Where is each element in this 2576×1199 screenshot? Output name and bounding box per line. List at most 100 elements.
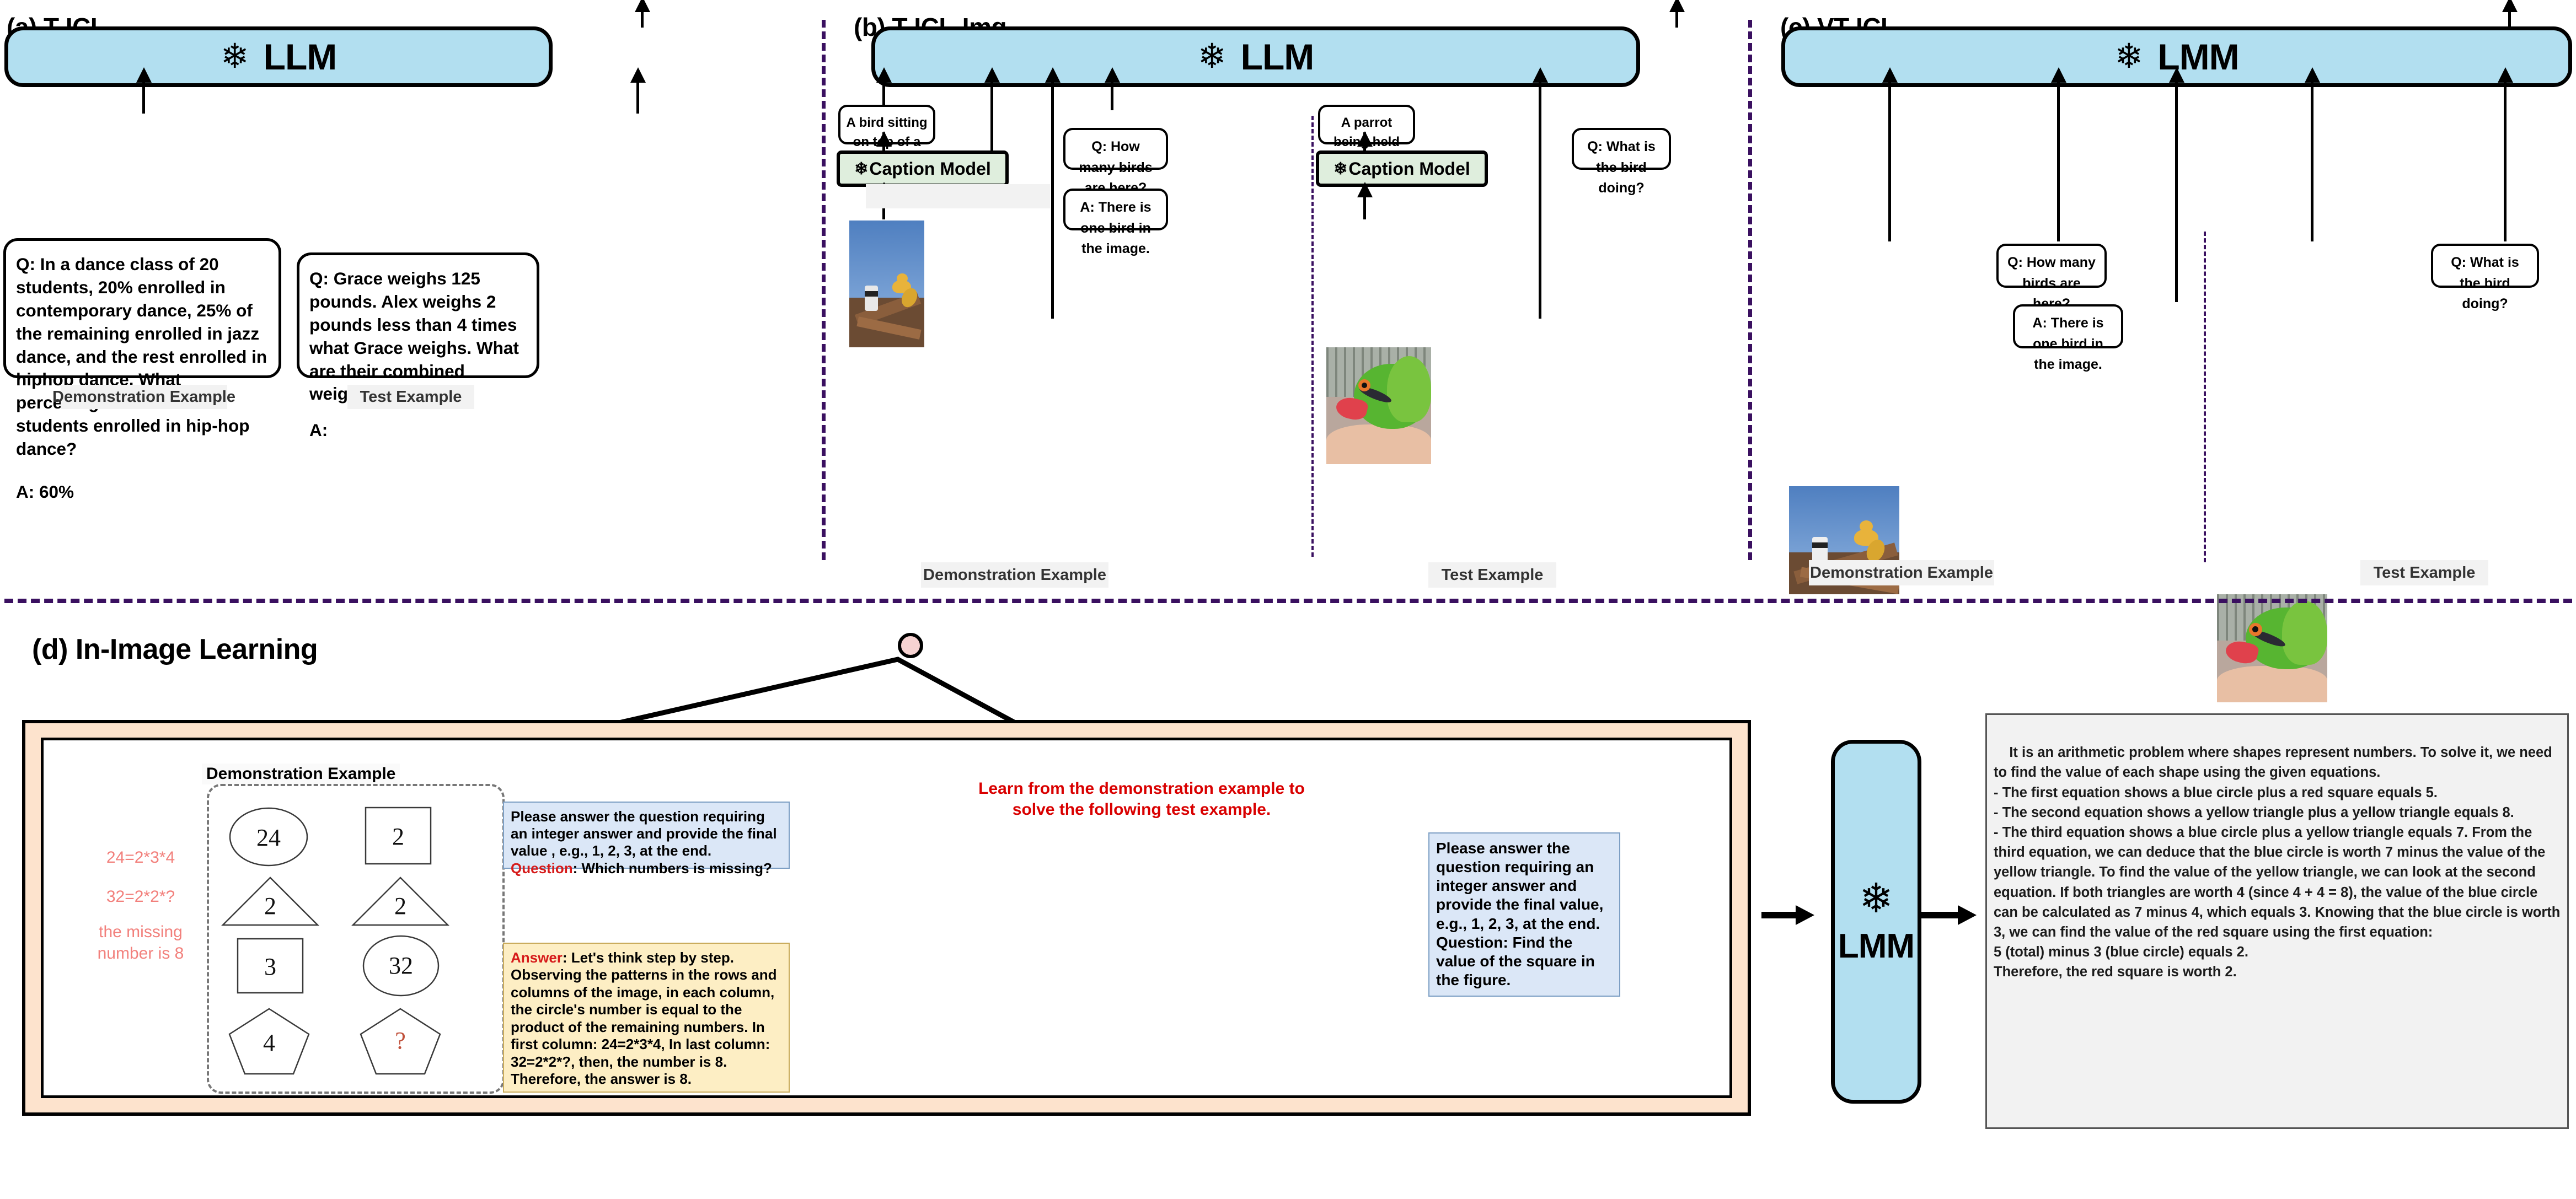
panel-a-test-tag-label: Test Example [360, 388, 462, 406]
separator-b-c [1748, 20, 1752, 560]
panel-a-test-tag: Test Example [347, 385, 474, 409]
panel-c-arrow2-line [2057, 82, 2060, 241]
panel-d-demo-label: Demonstration Example [202, 764, 400, 784]
panel-b-test-image [1326, 347, 1431, 464]
panel-c-demo-tag: Demonstration Example [1809, 560, 1994, 585]
panel-b-capmodel1-arrow-head [876, 131, 892, 147]
snowflake-icon: ❄ [220, 37, 249, 76]
panel-c-output-arrow-head [2502, 0, 2518, 12]
panel-d-answer-label: Answer [511, 949, 563, 966]
panel-b-arrow4-line [1111, 82, 1113, 110]
panel-b-demo-tag-label: Demonstration Example [923, 566, 1106, 584]
snowflake-icon: ❄ [2114, 37, 2144, 76]
panel-a-test-arrow-line [636, 82, 639, 114]
snowflake-icon: ❄ [1333, 159, 1348, 178]
red-note-1: 24=2*3*4 [106, 848, 175, 867]
panel-b-caption-model-2: ❄ Caption Model [1316, 150, 1488, 187]
panel-b-output-arrow-head [1669, 0, 1685, 12]
panel-a-output-arrow-line [641, 10, 644, 28]
panel-d-output-arrow-line [1920, 912, 1960, 918]
panel-c-demo-answer-box: A: There is one bird in the image. [2013, 304, 2123, 372]
red-note-2: 32=2*2*? [106, 887, 175, 906]
panel-b-llm-label: LLM [1240, 36, 1315, 77]
shape-circle-24-value: 24 [256, 824, 281, 851]
panel-d-output-arrow-head [1958, 905, 1977, 925]
panel-c-arrow1-line [1888, 82, 1891, 241]
panel-d-instruction: Learn from the demonstration example to … [978, 779, 1305, 819]
shape-pentagon-4-value: 4 [263, 1029, 275, 1056]
panel-d-lmm-label: LMM [1838, 927, 1915, 965]
panel-b-demo-image [849, 221, 924, 347]
panel-b-demo-question-box: Q: How many birds are here? [1063, 128, 1168, 196]
panel-d-red-notes: 24=2*3*4 32=2*2*? the missing number is … [77, 843, 204, 964]
panel-d-demo-prompt-body: Please answer the question requiring an … [511, 808, 777, 859]
panel-b-caption-model-2-label: Caption Model [1348, 158, 1470, 179]
shape-square-3-value: 3 [264, 953, 276, 980]
panel-a-llm-label: LLM [263, 36, 338, 77]
panel-a-demo-arrow-line [142, 82, 145, 114]
panel-a-test-answer: A: [309, 420, 328, 440]
snowflake-icon: ❄ [1197, 37, 1227, 76]
panel-d-demo-question-label: Question [511, 859, 573, 877]
panel-c-demo-question-text: Q: How many birds are here? [2007, 255, 2096, 311]
shape-circle-32-value: 32 [389, 952, 413, 979]
panel-a-demo-box: Q: In a dance class of 20 students, 20% … [3, 238, 281, 502]
panel-a-llm-block: ❄ LLM [4, 26, 553, 87]
panel-b-test-tag-label: Test Example [1441, 566, 1544, 584]
panel-b-inner-separator [1311, 116, 1314, 557]
panel-d-answer-text: : Let's think step by step. Observing th… [511, 949, 777, 1088]
panel-a-output-arrow-head [635, 0, 650, 12]
panel-a-demo-tag: Demonstration Example [52, 385, 235, 409]
panel-c-test-tag: Test Example [2360, 560, 2488, 585]
panel-b-arrow3-line [1051, 82, 1054, 319]
panel-a-test-box: Q: Grace weighs 125 pounds. Alex weighs … [297, 252, 539, 440]
panel-c-arrow4-line [2311, 82, 2313, 241]
panel-d-output-box: It is an arithmetic problem where shapes… [1985, 713, 2569, 1129]
panel-b-arrow4-head [1105, 67, 1120, 83]
panel-c-inner-separator [2204, 232, 2206, 562]
panel-b-output-arrow-line [1675, 10, 1678, 28]
panel-b-demo-answer-box: A: There is one bird in the image. [1063, 189, 1168, 256]
panel-c-arrow3-line [2175, 82, 2178, 302]
panel-c-arrow2-head [2051, 67, 2066, 83]
panel-b-arrow3-head [1045, 67, 1061, 83]
panel-c-output-arrow-line [2508, 10, 2511, 28]
panel-d-test-prompt-text: Please answer the question requiring an … [1436, 840, 1604, 989]
panel-d-demo-answer-box: Answer: Let's think step by step. Observ… [503, 943, 790, 1093]
panel-d-demo-question-text: : Which numbers is missing? [572, 859, 772, 877]
panel-c-demo-tag-label: Demonstration Example [1810, 563, 1993, 582]
panel-d-lmm-block: ❄ LMM [1831, 740, 1921, 1104]
panel-d-demo-prompt-box: Please answer the question requiring an … [503, 802, 790, 877]
panel-d-input-arrow-line [1761, 912, 1798, 918]
panel-b-demo-answer-text: A: There is one bird in the image. [1080, 200, 1152, 256]
section-divider [4, 599, 2572, 603]
panel-b-test-question-text: Q: What is the bird doing? [1587, 139, 1656, 196]
panel-b-img2-arrow-head [1357, 182, 1373, 197]
panel-b-test-question-box: Q: What is the bird doing? [1572, 128, 1671, 196]
shape-square-2-value: 2 [392, 823, 404, 850]
panel-b-demo-label-tag: Demonstration Example [921, 562, 1108, 588]
panel-d-input-arrow-head [1796, 905, 1814, 925]
panel-b-arrow5-head [1533, 67, 1548, 83]
panel-b-test-label-tag: Test Example [1428, 562, 1556, 588]
callout-lines [609, 657, 1021, 728]
panel-a-test-arrow-head [630, 67, 646, 83]
panel-b-caption-model-1-label: Caption Model [869, 158, 991, 179]
panel-c-test-question-box: Q: What is the bird doing? [2431, 244, 2539, 311]
shape-triangle-2a-value: 2 [264, 892, 276, 920]
panel-b-demo-question-text: Q: How many birds are here? [1079, 139, 1153, 196]
panel-c-arrow1-head [1882, 67, 1898, 83]
snowflake-icon: ❄ [1859, 875, 1893, 921]
panel-d-test-prompt-box: Please answer the question requiring an … [1428, 832, 1620, 997]
red-note-3: the missing number is 8 [97, 923, 184, 963]
panel-c-test-question-text: Q: What is the bird doing? [2451, 255, 2519, 311]
panel-d-output-text: It is an arithmetic problem where shapes… [1994, 745, 2561, 980]
panel-c-demo-question-box: Q: How many birds are here? [1996, 244, 2107, 311]
panel-c-test-image [2217, 594, 2327, 702]
panel-c-arrow3-head [2169, 67, 2184, 83]
panel-c-arrow5-head [2498, 67, 2513, 83]
snowflake-icon: ❄ [854, 159, 869, 178]
panel-a-demo-tag-label: Demonstration Example [52, 388, 235, 406]
panel-c-arrow4-head [2305, 67, 2320, 83]
panel-a-demo-question: Q: In a dance class of 20 students, 20% … [16, 254, 267, 459]
